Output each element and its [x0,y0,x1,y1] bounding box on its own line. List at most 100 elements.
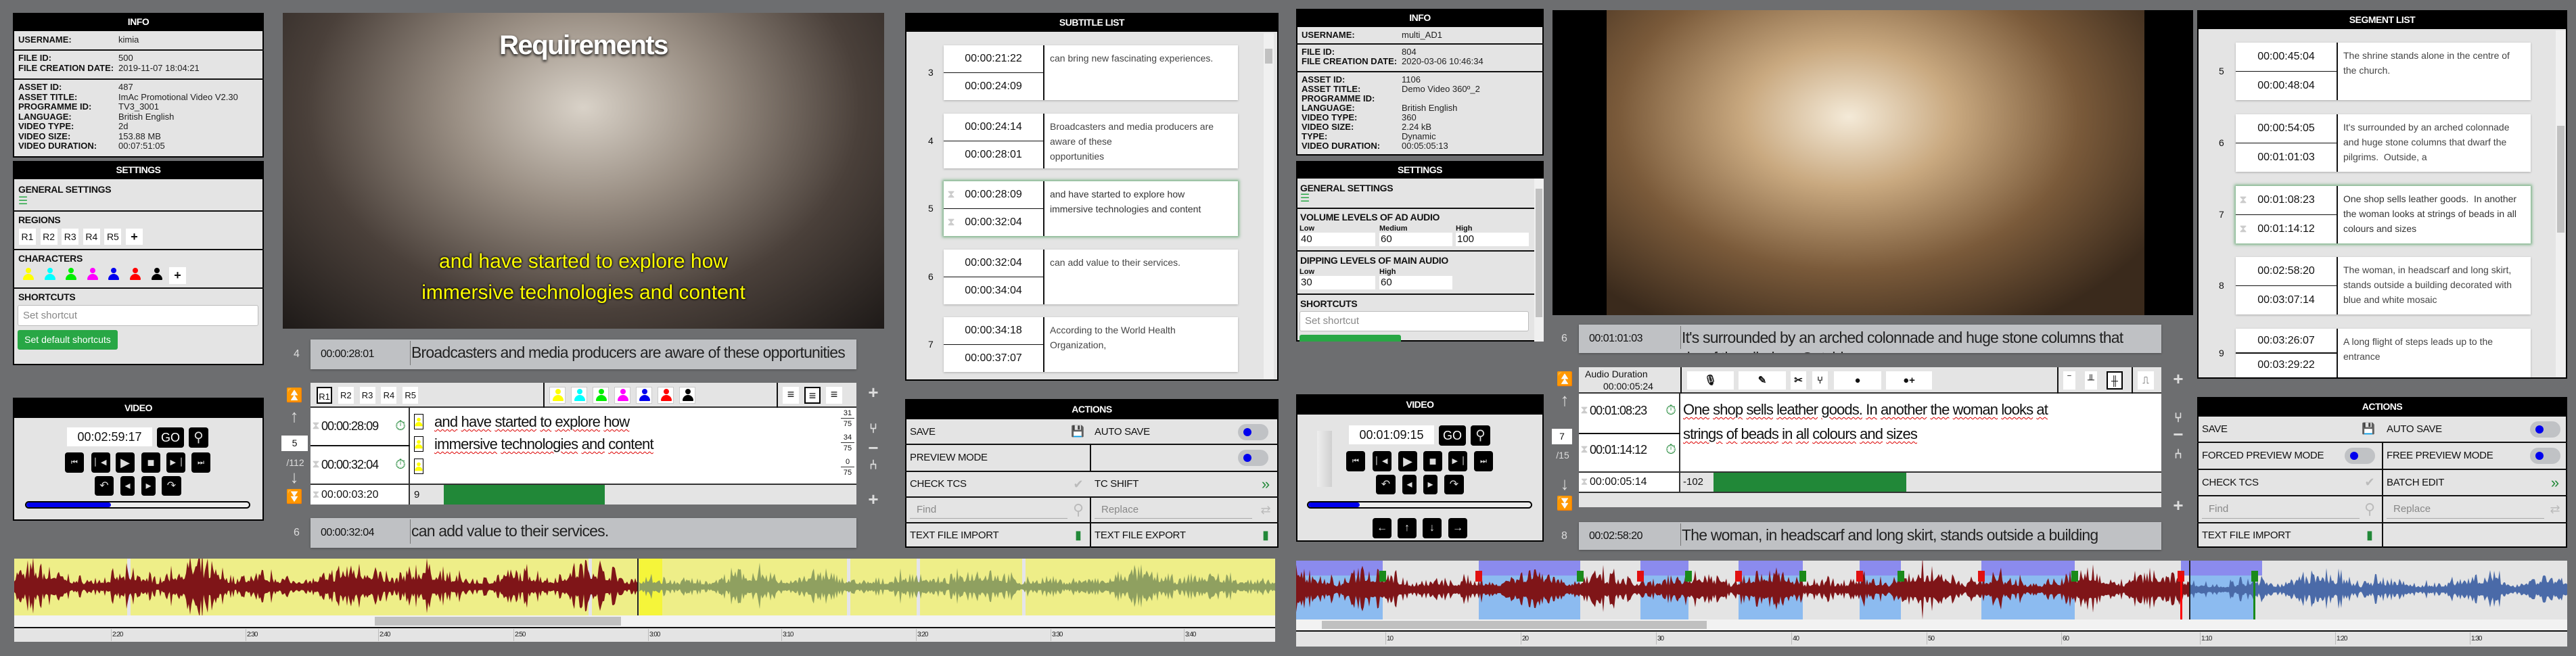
align-center-button[interactable]: ≡ [804,387,821,404]
segment-start-marker[interactable] [1475,571,1482,582]
subtitle-index-input[interactable]: 5 [281,436,308,451]
stopwatch-icon[interactable]: ⏱ [1664,398,1678,423]
subtitle-index-input[interactable]: 7 [1552,429,1572,444]
scissors-button[interactable]: ✂ [1791,371,1806,390]
tc-shift-button[interactable]: TC SHIFT [1095,471,1138,497]
step-forward-button[interactable]: ▸ [141,476,156,496]
list-item-start[interactable]: 00:00:34:18 [944,317,1043,345]
list-item-start[interactable]: 00:00:21:22 [944,45,1043,73]
forward-button[interactable]: ↷ [162,476,181,496]
list-scrollbar-thumb[interactable] [1265,49,1272,64]
auto-save-label[interactable]: AUTO SAVE [2387,417,2442,442]
text-file-import-button[interactable]: TEXT FILE IMPORT [910,523,999,548]
first-subtitle-icon[interactable]: ⏫ [284,387,304,404]
video-progress-bar[interactable] [1307,501,1532,509]
stop-button[interactable]: ■ [1423,451,1442,471]
auto-save-label[interactable]: AUTO SAVE [1095,419,1150,444]
region-button-r3[interactable]: R3 [62,229,79,245]
character-button[interactable] [658,387,674,404]
pan-right-button[interactable]: → [1448,518,1467,538]
adjacent-row-text[interactable]: Broadcasters and media producers are awa… [411,342,851,369]
segment-end-line[interactable] [2253,576,2255,619]
set-default-shortcuts-button[interactable] [1300,335,1401,342]
playhead[interactable] [637,559,639,615]
add-character-button[interactable]: + [169,267,186,284]
character-icon[interactable] [151,267,163,282]
pan-down-button[interactable]: ↓ [1423,518,1442,538]
segment-start-marker[interactable] [1856,571,1863,582]
save-button[interactable]: SAVE [910,419,936,444]
list-item-end[interactable]: 00:00:34:04 [944,277,1043,305]
skip-to-end-button[interactable]: ⏭ [1474,451,1493,471]
list-item-text[interactable]: Broadcasters and media producers are awa… [1050,119,1233,166]
sliders-icon[interactable]: ☰ [17,196,29,207]
swap-arrows-icon[interactable]: ⇄ [2548,496,2562,523]
save-icon[interactable]: 💾 [2361,417,2376,442]
timecode-input[interactable]: 00:02:59:17 [67,427,152,446]
set-default-shortcuts-button[interactable]: Set default shortcuts [18,330,118,350]
double-chevron-right-icon[interactable]: » [2548,469,2562,496]
list-item-text[interactable]: can bring new fascinating experiences. [1050,51,1233,97]
rewind-button[interactable]: ↶ [1376,475,1396,494]
list-item-end[interactable]: 00:01:14:12 [2236,215,2337,244]
region-button-r2[interactable]: R2 [40,229,58,245]
character-icon[interactable] [22,267,34,282]
character-icon[interactable] [65,267,77,282]
find-input[interactable]: Find [2202,500,2360,519]
adjacent-row-time[interactable]: 00:00:28:01 [321,339,410,369]
search-icon[interactable]: ⚲ [1071,497,1086,523]
search-icon[interactable]: ⚲ [2362,496,2377,523]
skip-to-start-button[interactable]: ⏮ [65,452,84,473]
video-frame-360[interactable] [1607,10,2144,315]
list-item-start[interactable]: 00:00:54:05 [2236,114,2337,143]
find-input[interactable]: Find [910,501,1067,519]
pan-up-button[interactable]: ↑ [1398,518,1417,538]
segment-start-marker[interactable] [1637,571,1644,582]
step-back-button[interactable]: ◂ [120,476,135,496]
dipping-high-input[interactable]: 60 [1379,276,1452,289]
next-frame-button[interactable]: ▶▕ [166,452,185,473]
character-button[interactable] [679,387,695,404]
line-character-marker[interactable] [414,459,423,474]
list-item-start[interactable]: 00:00:32:04 [944,250,1043,277]
ad-segment[interactable] [2189,576,2253,619]
text-file-import-button[interactable]: TEXT FILE IMPORT [2202,523,2291,548]
stopwatch-icon[interactable]: ⏱ [394,414,407,438]
previous-subtitle-icon[interactable]: ↑ [1555,390,1575,410]
segment-text-line[interactable]: One shop sells leather goods. In another… [1683,399,2157,421]
segment-end-marker[interactable] [1685,571,1692,582]
add-region-button[interactable]: + [126,229,143,245]
line-character-marker[interactable] [414,414,423,429]
replace-input[interactable]: Replace [2387,500,2544,519]
stopwatch-icon[interactable]: ⏱ [394,452,407,477]
video-progress-bar[interactable] [25,501,250,509]
waveform-scrollbar[interactable] [14,615,1275,627]
check-circle-icon[interactable]: ✔ [1071,471,1086,497]
batch-edit-button[interactable]: BATCH EDIT [2387,469,2444,496]
volume-slider[interactable] [1317,431,1332,487]
check-tcs-button[interactable]: CHECK TCS [2202,469,2259,496]
skip-to-end-button[interactable]: ⏭ [191,452,210,473]
volume-medium-input[interactable]: 60 [1379,233,1452,246]
sliders-icon[interactable]: ☰ [1299,193,1311,204]
volume-high-input[interactable]: 100 [1456,233,1529,246]
character-icon[interactable] [44,267,56,282]
list-item-end[interactable]: 00:00:28:01 [944,141,1043,169]
timecode-input[interactable]: 00:01:09:15 [1349,425,1434,444]
level-mid-button[interactable]: ╨ [2085,371,2097,390]
timeline-ruler[interactable] [14,628,1275,642]
list-scrollbar[interactable] [1264,33,1274,379]
region-button-r1[interactable]: R1 [19,229,36,245]
shortcut-input[interactable]: Set shortcut [1300,311,1529,331]
add-below-icon[interactable]: + [2171,496,2186,514]
remove-icon[interactable]: − [2171,425,2186,443]
region-button-r4[interactable]: R4 [381,387,397,404]
next-subtitle-icon[interactable]: ↓ [1555,473,1575,494]
align-right-button[interactable]: ≡ [826,387,842,404]
segment-text-line[interactable]: strings of beads in all colours and size… [1683,423,2157,445]
level-high-button[interactable]: ╫ [2107,371,2123,390]
forced-preview-toggle[interactable] [2345,448,2375,464]
ad-segment-header[interactable] [1640,561,1688,576]
auto-save-toggle[interactable] [2530,421,2560,438]
microphone-button[interactable]: 🎙 [1687,371,1734,390]
